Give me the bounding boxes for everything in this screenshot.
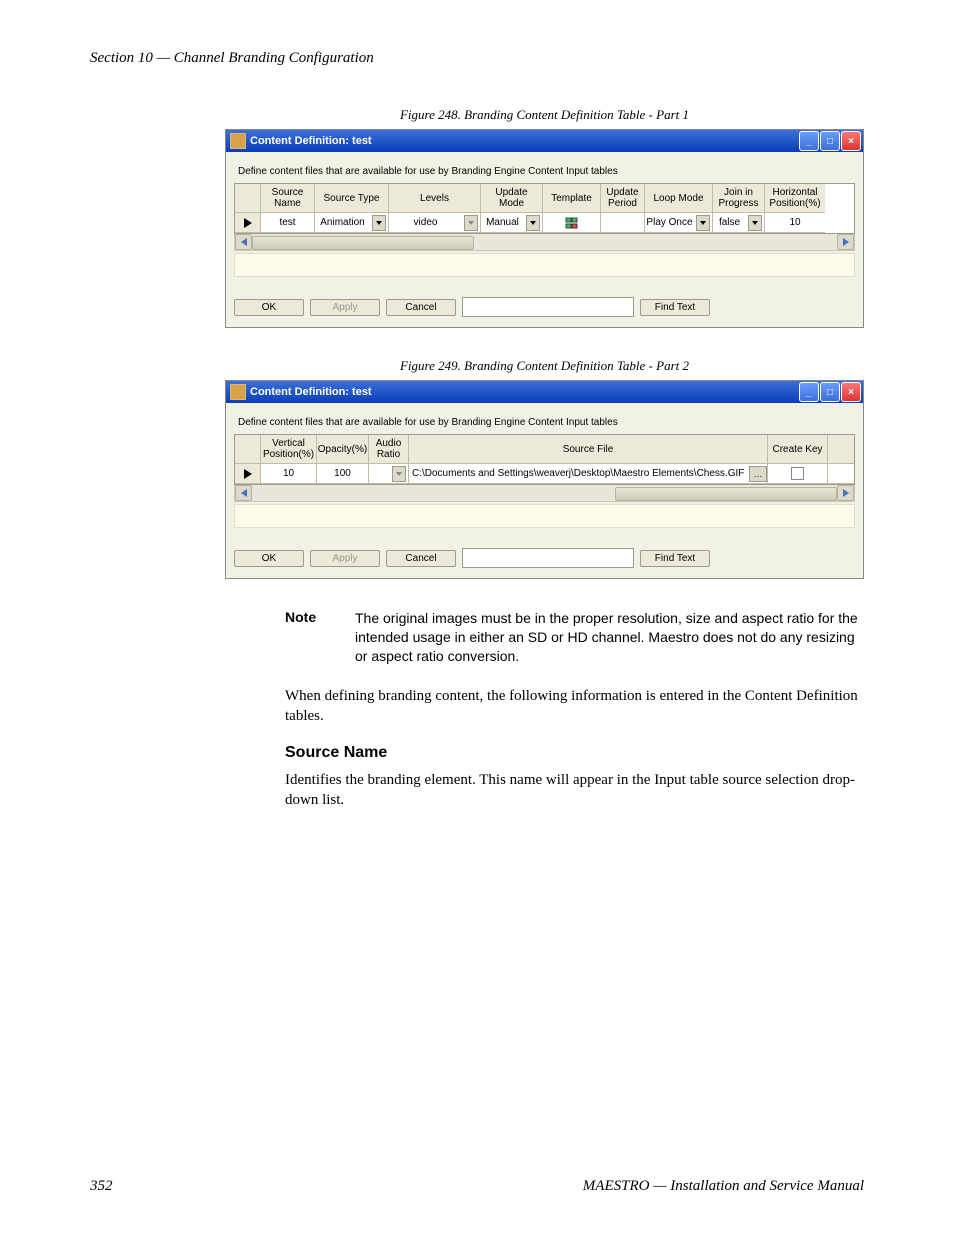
note-body: The original images must be in the prope… xyxy=(355,609,864,666)
scroll-left-icon[interactable] xyxy=(235,234,252,250)
description-text: Define content files that are available … xyxy=(238,417,855,428)
cell-join-in-progress[interactable]: false xyxy=(713,213,765,233)
col-source-file[interactable]: Source File xyxy=(409,435,768,464)
note-label: Note xyxy=(285,609,355,666)
note-block: Note The original images must be in the … xyxy=(285,609,864,666)
close-button[interactable]: × xyxy=(841,131,861,151)
titlebar[interactable]: Content Definition: test _ □ × xyxy=(226,130,863,152)
scroll-left-icon[interactable] xyxy=(235,485,252,501)
maximize-button[interactable]: □ xyxy=(820,131,840,151)
cell-vpos[interactable]: 10 xyxy=(261,464,317,484)
ok-button[interactable]: OK xyxy=(234,299,304,316)
table-row[interactable]: test Animation video Manual Play Once fa… xyxy=(235,213,854,233)
dropdown-icon[interactable] xyxy=(464,215,478,231)
close-button[interactable]: × xyxy=(841,382,861,402)
col-audio-ratio[interactable]: Audio Ratio xyxy=(369,435,409,464)
cell-update-mode[interactable]: Manual xyxy=(481,213,543,233)
find-text-button[interactable]: Find Text xyxy=(640,299,710,316)
create-key-checkbox[interactable] xyxy=(791,467,804,480)
scroll-thumb[interactable] xyxy=(252,236,474,250)
manual-title: MAESTRO — Installation and Service Manua… xyxy=(583,1178,864,1195)
minimize-button[interactable]: _ xyxy=(799,131,819,151)
window-title: Content Definition: test xyxy=(250,135,799,147)
col-source-type[interactable]: Source Type xyxy=(315,184,389,213)
body-paragraph: When defining branding content, the foll… xyxy=(285,686,864,727)
heading-source-name: Source Name xyxy=(285,744,864,762)
col-opacity[interactable]: Opacity(%) xyxy=(317,435,369,464)
page-number: 352 xyxy=(90,1178,113,1195)
cancel-button[interactable]: Cancel xyxy=(386,299,456,316)
scroll-right-icon[interactable] xyxy=(837,234,854,250)
spacer-row xyxy=(234,504,855,528)
figure-caption-1: Figure 248. Branding Content Definition … xyxy=(225,107,864,123)
col-template[interactable]: Template xyxy=(543,184,601,213)
col-update-mode[interactable]: Update Mode xyxy=(481,184,543,213)
col-levels[interactable]: Levels xyxy=(389,184,481,213)
row-indicator xyxy=(235,464,261,484)
body-paragraph: Identifies the branding element. This na… xyxy=(285,770,864,811)
scroll-thumb[interactable] xyxy=(615,487,837,501)
current-row-icon xyxy=(244,218,252,228)
dropdown-icon[interactable] xyxy=(748,215,762,231)
col-loop-mode[interactable]: Loop Mode xyxy=(645,184,713,213)
row-indicator xyxy=(235,213,261,233)
content-table-2: Vertical Position(%) Opacity(%) Audio Ra… xyxy=(234,434,855,485)
browse-button[interactable]: … xyxy=(749,466,767,482)
content-definition-window-1: Content Definition: test _ □ × Define co… xyxy=(225,129,864,328)
col-update-period[interactable]: Update Period xyxy=(601,184,645,213)
template-picker-icon[interactable] xyxy=(565,216,579,230)
current-row-icon xyxy=(244,469,252,479)
cell-update-period[interactable] xyxy=(601,213,645,233)
dropdown-icon[interactable] xyxy=(526,215,540,231)
section-header: Section 10 — Channel Branding Configurat… xyxy=(90,50,864,67)
horizontal-scrollbar[interactable] xyxy=(234,485,855,502)
cell-extra xyxy=(828,464,854,484)
minimize-button[interactable]: _ xyxy=(799,382,819,402)
cell-levels[interactable]: video xyxy=(389,213,481,233)
cell-template[interactable] xyxy=(543,213,601,233)
cell-loop-mode[interactable]: Play Once xyxy=(645,213,713,233)
col-create-key[interactable]: Create Key xyxy=(768,435,828,464)
dropdown-icon[interactable] xyxy=(392,466,406,482)
find-text-input[interactable] xyxy=(462,297,634,317)
col-extra xyxy=(828,435,854,464)
find-text-button[interactable]: Find Text xyxy=(640,550,710,567)
cell-source-file[interactable]: C:\Documents and Settings\weaverj\Deskto… xyxy=(409,464,768,484)
table-row[interactable]: 10 100 C:\Documents and Settings\weaverj… xyxy=(235,464,854,484)
dropdown-icon[interactable] xyxy=(696,215,710,231)
maximize-button[interactable]: □ xyxy=(820,382,840,402)
apply-button[interactable]: Apply xyxy=(310,299,380,316)
figure-caption-2: Figure 249. Branding Content Definition … xyxy=(225,358,864,374)
cell-create-key[interactable] xyxy=(768,464,828,484)
apply-button[interactable]: Apply xyxy=(310,550,380,567)
cell-audio-ratio[interactable] xyxy=(369,464,409,484)
row-header-blank xyxy=(235,184,261,213)
dropdown-icon[interactable] xyxy=(372,215,386,231)
description-text: Define content files that are available … xyxy=(238,166,855,177)
titlebar[interactable]: Content Definition: test _ □ × xyxy=(226,381,863,403)
content-table: Source Name Source Type Levels Update Mo… xyxy=(234,183,855,234)
row-header-blank xyxy=(235,435,261,464)
cell-source-type[interactable]: Animation xyxy=(315,213,389,233)
window-title: Content Definition: test xyxy=(250,386,799,398)
app-icon xyxy=(230,133,246,149)
cancel-button[interactable]: Cancel xyxy=(386,550,456,567)
col-join-in-progress[interactable]: Join in Progress xyxy=(713,184,765,213)
scroll-right-icon[interactable] xyxy=(837,485,854,501)
cell-source-name[interactable]: test xyxy=(261,213,315,233)
cell-hpos[interactable]: 10 xyxy=(765,213,825,233)
spacer-row xyxy=(234,253,855,277)
horizontal-scrollbar[interactable] xyxy=(234,234,855,251)
col-source-name[interactable]: Source Name xyxy=(261,184,315,213)
ok-button[interactable]: OK xyxy=(234,550,304,567)
col-hpos[interactable]: Horizontal Position(%) xyxy=(765,184,825,213)
app-icon xyxy=(230,384,246,400)
find-text-input[interactable] xyxy=(462,548,634,568)
content-definition-window-2: Content Definition: test _ □ × Define co… xyxy=(225,380,864,579)
col-vpos[interactable]: Vertical Position(%) xyxy=(261,435,317,464)
cell-opacity[interactable]: 100 xyxy=(317,464,369,484)
